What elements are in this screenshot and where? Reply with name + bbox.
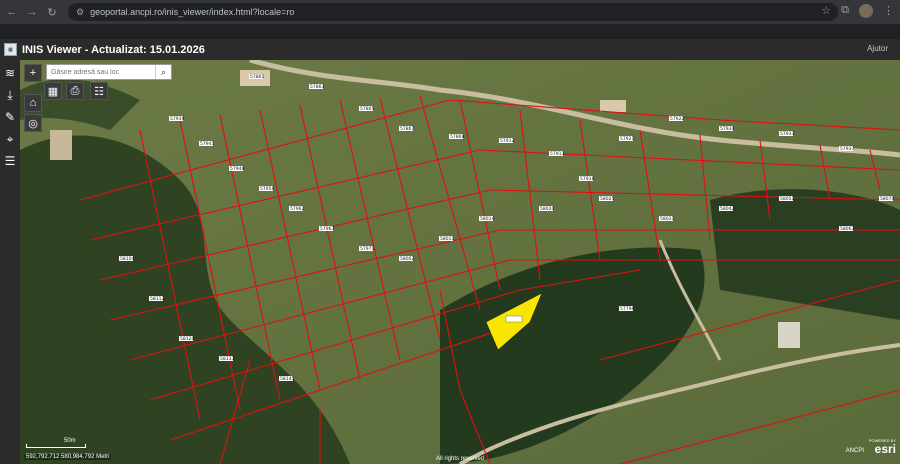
measure-icon[interactable]: ⤓ [0, 86, 20, 104]
attribution-text: All rights reserved [435, 456, 485, 462]
left-toolbar: ≋ ⤓ ✎ ⌖ ☰ [0, 60, 20, 464]
bookmarks-strip [0, 24, 900, 39]
parcel-label: 57912 [500, 138, 514, 144]
locate-button[interactable]: ◎ [24, 114, 42, 132]
parcel-label: 58133 [220, 356, 234, 362]
list-menu-icon[interactable]: ☰ [0, 152, 20, 170]
url-text: geoportal.ancpi.ro/inis_viewer/index.htm… [90, 7, 295, 17]
parcel-label: 57949 [230, 166, 244, 172]
parcel-label: 57941 [200, 141, 214, 147]
parcel-label: 58002 [400, 256, 414, 262]
help-link[interactable]: Ajutor [867, 44, 888, 53]
profile-avatar[interactable] [859, 4, 873, 18]
zoom-in-button[interactable]: + [24, 64, 42, 82]
parcel-label: 57796 [620, 306, 634, 312]
parcel-label: 57937 [840, 146, 854, 152]
search-icon[interactable]: ⌕ [155, 65, 171, 79]
basemap-gallery-button[interactable]: ▦ [44, 82, 62, 100]
address-bar[interactable]: ⚙ geoportal.ancpi.ro/inis_viewer/index.h… [68, 3, 838, 21]
parcel-label: 57913 [550, 151, 564, 157]
parcel-label: 57865 [360, 106, 374, 112]
print-button[interactable]: ⎙ [66, 82, 84, 100]
parcel-label: 58025 [600, 196, 614, 202]
parcel-labels [505, 315, 523, 323]
parcel-label: 58070 [880, 196, 894, 202]
scale-label: 50m [64, 438, 76, 444]
reload-icon[interactable]: ↻ [44, 4, 60, 20]
parcel-label: 58042 [720, 206, 734, 212]
site-info-icon[interactable]: ⚙ [76, 7, 84, 18]
extensions-icon[interactable]: ⧉ [841, 4, 849, 18]
parcel-label: 57956 [260, 186, 274, 192]
parcel-label: 57930 [720, 126, 734, 132]
parcel-label: 57918 [580, 176, 594, 182]
back-icon[interactable]: ← [4, 4, 20, 20]
parcel-label: 58020 [540, 206, 554, 212]
parcel-label: 57971 [360, 246, 374, 252]
map-imagery: 57861 57863 57865 57867 57869 57912 57913 57918… [20, 60, 900, 464]
menu-icon[interactable]: ⋮ [883, 4, 894, 18]
parcel-label: 58112 [150, 296, 164, 302]
parcel-label: 57922 [670, 116, 684, 122]
map-view[interactable]: 57861 57863 57865 57867 57869 57912 57913 57918… [20, 60, 900, 464]
parcel-label: 57921 [620, 136, 634, 142]
parcel-label: 58145 [280, 376, 294, 382]
parcel-label: 58051 [780, 196, 794, 202]
parcel-label: 57933 [780, 131, 794, 137]
app-header: ▦ INIS Viewer - Actualizat: 15.01.2026 A… [0, 39, 900, 60]
parcel-label: 57967 [320, 226, 334, 232]
scale-bar [26, 444, 86, 448]
parcel-label: 57863 [310, 84, 324, 90]
parcel-label: 58014 [480, 216, 494, 222]
parcel-label: 58063 [840, 226, 854, 232]
forward-icon[interactable]: → [24, 4, 40, 20]
home-view-button[interactable]: ⌂ [24, 94, 42, 112]
browser-toolbar: ← → ↻ ⌂ ⚙ geoportal.ancpi.ro/inis_viewer… [0, 0, 900, 24]
parcel-label: 57861 [250, 74, 264, 80]
parcel-label: 57939 [170, 116, 184, 122]
layer-list-button[interactable]: ☷ [90, 82, 108, 100]
parcel-label: 58031 [660, 216, 674, 222]
search-box: ⌕ [46, 64, 172, 80]
bookmark-star-icon[interactable]: ☆ [821, 4, 831, 18]
identify-icon[interactable]: ⌖ [0, 130, 20, 148]
parcel-label: 57869 [450, 134, 464, 140]
parcel-label: 58104 [120, 256, 134, 262]
draw-icon[interactable]: ✎ [0, 108, 20, 126]
search-input[interactable] [47, 65, 155, 79]
parcel-label: 57962 [290, 206, 304, 212]
app-title: INIS Viewer - Actualizat: 15.01.2026 [22, 43, 205, 56]
ancpi-logo: ▦ [4, 43, 17, 56]
parcel-label: 58120 [180, 336, 194, 342]
ancpi-attribution: ANCPI [845, 448, 864, 454]
parcel-label: 58011 [440, 236, 454, 242]
esri-logo: esri [874, 442, 896, 456]
parcel-label: 57867 [400, 126, 414, 132]
layers-icon[interactable]: ≋ [0, 64, 20, 82]
